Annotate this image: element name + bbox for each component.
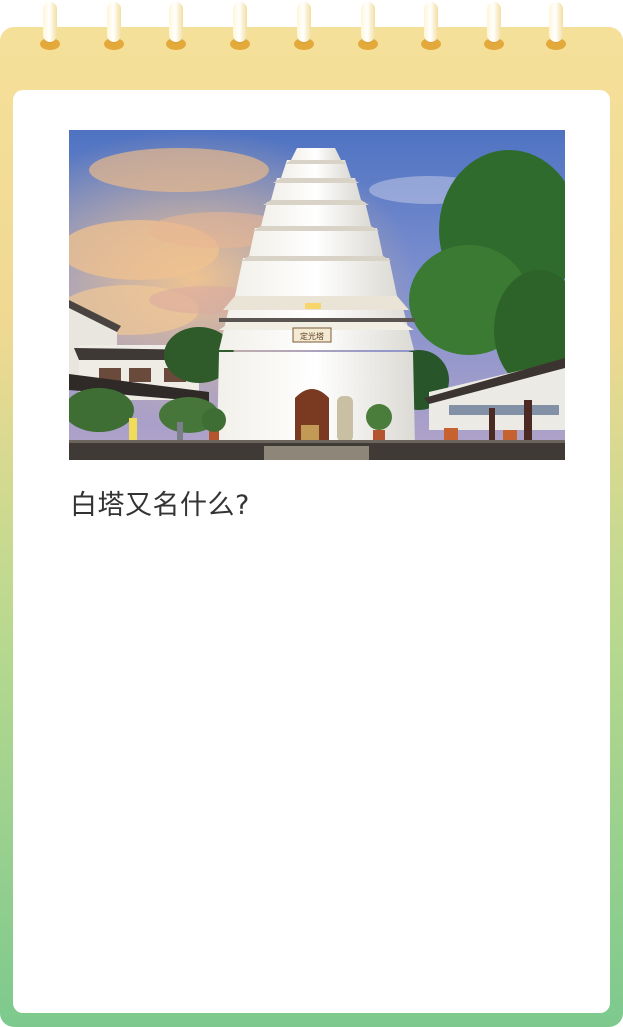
binding-ring xyxy=(546,2,566,50)
question-text: 白塔又名什么? xyxy=(70,490,250,521)
binding-ring xyxy=(40,2,60,50)
binding-ring xyxy=(104,2,124,50)
binding-ring xyxy=(294,2,314,50)
binding-ring xyxy=(166,2,186,50)
svg-text:定光塔: 定光塔 xyxy=(300,331,324,341)
binding-ring xyxy=(230,2,250,50)
pagoda-photo: 定光塔 xyxy=(69,130,565,460)
binding-ring xyxy=(358,2,378,50)
binding-ring xyxy=(421,2,441,50)
spiral-binding xyxy=(0,0,623,60)
binding-ring xyxy=(484,2,504,50)
